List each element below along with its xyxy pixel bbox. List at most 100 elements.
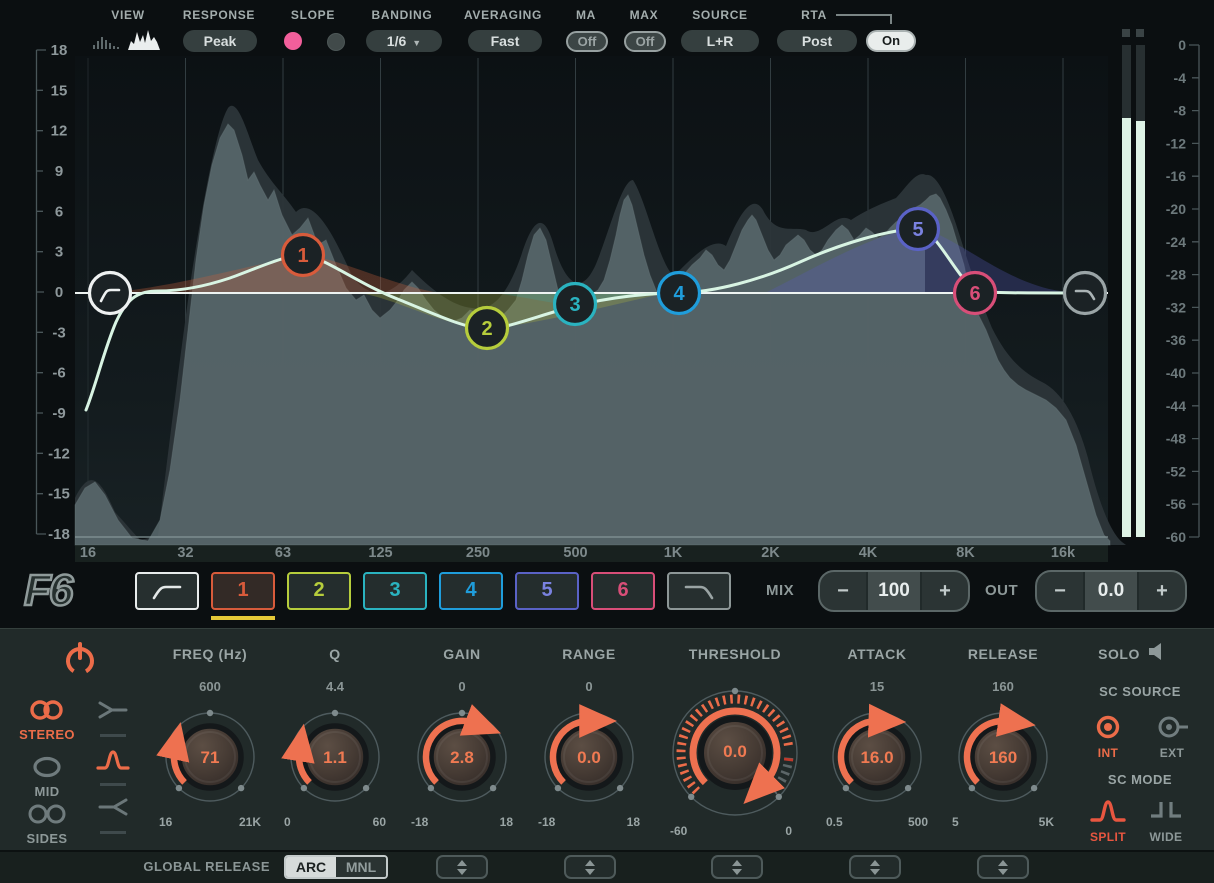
- ext-label[interactable]: EXT: [1160, 746, 1185, 760]
- threshold-knob[interactable]: 0.0 -60 0: [660, 678, 810, 838]
- band-marker-2[interactable]: 2: [467, 308, 508, 349]
- sides-icon[interactable]: [27, 803, 67, 825]
- svg-text:-18: -18: [48, 526, 70, 543]
- lpf-band-button[interactable]: [667, 572, 731, 610]
- mid-label[interactable]: MID: [34, 784, 59, 799]
- rta-on-toggle[interactable]: On: [866, 30, 916, 52]
- high-shelf-filter-icon[interactable]: [97, 796, 129, 818]
- svg-text:3: 3: [569, 294, 580, 316]
- range-fine-stepper[interactable]: [564, 855, 616, 879]
- band-power-button[interactable]: [63, 640, 97, 678]
- release-min: 5: [952, 815, 959, 829]
- band-button-6[interactable]: 6: [591, 572, 655, 610]
- threshold-fine-stepper[interactable]: [711, 855, 763, 879]
- speaker-icon[interactable]: [1148, 642, 1168, 661]
- hpf-band-button[interactable]: [135, 572, 199, 610]
- band-marker-6[interactable]: 6: [955, 273, 996, 314]
- stereo-icon[interactable]: [27, 699, 67, 721]
- attack-knob[interactable]: 16.0 0.5500: [822, 702, 932, 834]
- solo-label: SOLO: [1098, 646, 1140, 662]
- mnl-option[interactable]: MNL: [336, 857, 386, 877]
- gain-global-value: 0: [458, 679, 465, 694]
- response-mode-button[interactable]: Peak: [183, 30, 257, 52]
- lowpass-icon: [684, 582, 714, 600]
- out-decrement-button[interactable]: −: [1037, 572, 1083, 610]
- mid-icon[interactable]: [29, 756, 65, 778]
- range-min: -18: [538, 815, 555, 829]
- bell-filter-icon[interactable]: [96, 748, 130, 772]
- averaging-button[interactable]: Fast: [468, 30, 542, 52]
- threshold-max: 0: [785, 824, 792, 838]
- rta-bracket-line: [836, 14, 892, 24]
- band-button-2[interactable]: 2: [287, 572, 351, 610]
- band-button-3[interactable]: 3: [363, 572, 427, 610]
- svg-text:4K: 4K: [859, 545, 878, 561]
- gain-fine-stepper[interactable]: [436, 855, 488, 879]
- rta-post-button[interactable]: Post: [777, 30, 857, 52]
- attack-fine-stepper[interactable]: [849, 855, 901, 879]
- stepper-down-icon: [585, 869, 595, 875]
- out-increment-button[interactable]: +: [1139, 572, 1185, 610]
- max-toggle[interactable]: Off: [624, 31, 666, 52]
- threshold-min: -60: [670, 824, 687, 838]
- release-global-value: 160: [992, 679, 1014, 694]
- freq-max: 21K: [239, 815, 261, 829]
- attack-min: 0.5: [826, 815, 843, 829]
- freq-knob[interactable]: 71 1621K: [155, 702, 265, 834]
- svg-text:-36: -36: [1166, 332, 1186, 348]
- svg-text:16k: 16k: [1051, 545, 1076, 561]
- split-label[interactable]: SPLIT: [1090, 830, 1126, 844]
- analyzer-fill-view-icon[interactable]: [127, 28, 161, 51]
- release-knob[interactable]: 160 55K: [948, 702, 1058, 834]
- svg-text:125: 125: [368, 545, 392, 561]
- band-button-4[interactable]: 4: [439, 572, 503, 610]
- attack-value: 16.0: [822, 748, 932, 768]
- rta-label: RTA: [801, 8, 827, 22]
- slope-dot-active[interactable]: [284, 32, 302, 50]
- svg-text:18: 18: [51, 42, 68, 59]
- mix-decrement-button[interactable]: −: [820, 572, 866, 610]
- attack-label: ATTACK: [847, 646, 906, 662]
- sc-source-int-icon[interactable]: [1094, 713, 1122, 741]
- band-marker-4[interactable]: 4: [659, 273, 700, 314]
- source-button[interactable]: L+R: [681, 30, 759, 52]
- gain-knob[interactable]: 2.8 -1818: [407, 702, 517, 834]
- out-value[interactable]: 0.0: [1083, 572, 1139, 610]
- sc-mode-wide-icon[interactable]: [1149, 800, 1183, 820]
- q-min: 0: [284, 815, 291, 829]
- band-marker-5[interactable]: 5: [898, 209, 939, 250]
- svg-text:12: 12: [51, 123, 68, 140]
- int-label[interactable]: INT: [1098, 746, 1119, 760]
- ma-toggle[interactable]: Off: [566, 31, 608, 52]
- analyzer-lines-view-icon[interactable]: [93, 34, 119, 50]
- range-knob[interactable]: 0.0 -1818: [534, 702, 644, 834]
- stereo-label[interactable]: STEREO: [19, 727, 75, 742]
- band-button-1[interactable]: 1: [211, 572, 275, 610]
- arc-option[interactable]: ARC: [286, 857, 336, 877]
- mix-value[interactable]: 100: [866, 572, 922, 610]
- hpf-marker[interactable]: [90, 273, 131, 314]
- sc-mode-split-icon[interactable]: [1090, 798, 1126, 824]
- low-shelf-filter-icon[interactable]: [97, 699, 129, 721]
- sides-label[interactable]: SIDES: [26, 831, 67, 846]
- slope-label: SLOPE: [291, 8, 335, 22]
- band-marker-3[interactable]: 3: [555, 284, 596, 325]
- slope-dot-inactive[interactable]: [327, 33, 345, 51]
- banding-select[interactable]: 1/6▼: [366, 30, 442, 52]
- release-fine-stepper[interactable]: [977, 855, 1029, 879]
- selected-band-underline: [211, 616, 275, 620]
- svg-text:-20: -20: [1166, 201, 1186, 217]
- svg-text:-32: -32: [1166, 299, 1186, 315]
- stepper-down-icon: [457, 869, 467, 875]
- lpf-marker[interactable]: [1065, 273, 1106, 314]
- q-max: 60: [373, 815, 386, 829]
- svg-text:-3: -3: [52, 324, 65, 341]
- band-button-5[interactable]: 5: [515, 572, 579, 610]
- svg-text:-40: -40: [1166, 365, 1186, 381]
- mix-increment-button[interactable]: +: [922, 572, 968, 610]
- out-stepper: − 0.0 +: [1035, 570, 1187, 612]
- band-marker-1[interactable]: 1: [283, 235, 324, 276]
- q-knob[interactable]: 1.1 060: [280, 702, 390, 834]
- sc-source-ext-icon[interactable]: [1156, 714, 1190, 740]
- wide-label[interactable]: WIDE: [1150, 830, 1183, 844]
